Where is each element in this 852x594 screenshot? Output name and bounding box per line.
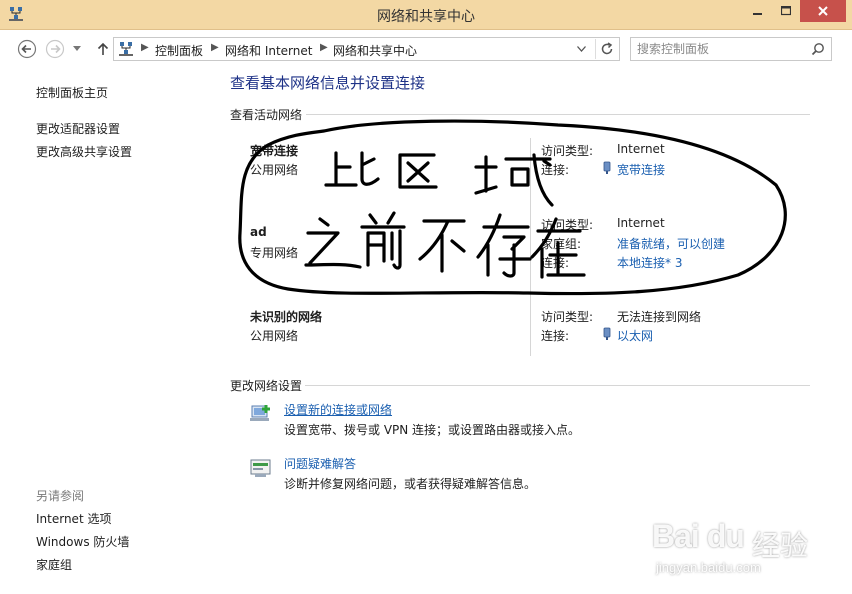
watermark-brand: Bai du	[652, 518, 745, 554]
network-category[interactable]: 专用网络	[250, 244, 298, 261]
local-connection-link[interactable]: 本地连接* 3	[617, 254, 682, 271]
chevron-down-icon	[73, 46, 81, 51]
watermark: Bai du 经验 jingyan.baidu.com	[652, 516, 812, 578]
troubleshoot-icon	[250, 459, 271, 477]
homegroup-label: 家庭组:	[541, 237, 582, 251]
ethernet-connection-icon	[603, 327, 611, 340]
network-name: ad	[250, 225, 267, 239]
back-button[interactable]	[16, 38, 38, 60]
connection-label: 连接:	[541, 163, 570, 177]
column-divider	[530, 138, 531, 356]
address-toolbar: ▶ 控制面板 ▶ 网络和 Internet ▶ 网络和共享中心	[0, 30, 852, 66]
network-name: 宽带连接	[250, 144, 299, 158]
dialup-connection-icon	[603, 161, 611, 174]
maximize-icon	[781, 6, 791, 16]
control-panel-icon	[119, 42, 133, 56]
recent-locations-button[interactable]	[70, 38, 84, 60]
search-input[interactable]	[637, 41, 807, 57]
homegroup-ready-link[interactable]: 准备就绪，可以创建	[617, 235, 725, 252]
forward-arrow-icon	[45, 39, 65, 59]
access-type-value: Internet	[617, 142, 665, 156]
maximize-button[interactable]	[772, 0, 800, 22]
up-arrow-icon	[97, 42, 109, 55]
access-type-label: 访问类型:	[541, 218, 594, 232]
title-bar: 网络和共享中心	[0, 0, 852, 30]
left-navigation-pane: 控制面板主页 更改适配器设置 更改高级共享设置 另请参阅 Internet 选项…	[0, 66, 215, 594]
minimize-icon	[753, 13, 762, 15]
breadcrumb-control-panel[interactable]: 控制面板	[155, 42, 203, 59]
handwritten-annotation	[238, 119, 787, 296]
ethernet-link[interactable]: 以太网	[617, 327, 653, 344]
chevron-down-icon	[576, 46, 586, 52]
address-bar[interactable]: ▶ 控制面板 ▶ 网络和 Internet ▶ 网络和共享中心	[113, 37, 620, 61]
network-category[interactable]: 公用网络	[250, 161, 298, 178]
new-connection-icon	[250, 405, 270, 421]
access-type-label: 访问类型:	[541, 310, 594, 324]
breadcrumb-network-sharing-center[interactable]: 网络和共享中心	[333, 42, 417, 59]
chevron-right-icon: ▶	[141, 42, 149, 53]
setup-new-connection-description: 设置宽带、拨号或 VPN 连接；或设置路由器或接入点。	[284, 423, 581, 437]
windows-firewall-link[interactable]: Windows 防火墙	[36, 533, 129, 550]
internet-options-link[interactable]: Internet 选项	[36, 510, 111, 527]
change-advanced-sharing-link[interactable]: 更改高级共享设置	[36, 143, 132, 160]
network-category[interactable]: 公用网络	[250, 327, 298, 344]
close-button[interactable]	[800, 0, 846, 22]
setup-new-connection-link[interactable]: 设置新的连接或网络	[284, 401, 392, 418]
page-title: 查看基本网络信息并设置连接	[230, 74, 426, 92]
minimize-button[interactable]	[744, 0, 772, 22]
troubleshoot-link[interactable]: 问题疑难解答	[284, 455, 356, 472]
watermark-brand-cn: 经验	[752, 529, 809, 562]
refresh-icon	[601, 42, 612, 55]
connection-label: 连接:	[541, 256, 570, 270]
homegroup-link[interactable]: 家庭组	[36, 556, 72, 573]
network-name: 未识别的网络	[250, 310, 323, 324]
access-type-value: 无法连接到网络	[617, 310, 702, 324]
chevron-right-icon: ▶	[320, 42, 328, 53]
back-arrow-icon	[17, 39, 37, 59]
access-type-value: Internet	[617, 216, 665, 230]
window-title: 网络和共享中心	[377, 9, 475, 25]
broadband-connection-link[interactable]: 宽带连接	[617, 161, 665, 178]
up-button[interactable]	[92, 38, 114, 60]
refresh-button[interactable]	[595, 39, 617, 59]
chevron-right-icon: ▶	[211, 42, 219, 53]
forward-button[interactable]	[44, 38, 66, 60]
breadcrumb-network-internet[interactable]: 网络和 Internet	[225, 42, 312, 59]
search-icon[interactable]	[811, 42, 825, 56]
connection-label: 连接:	[541, 329, 570, 343]
change-network-settings-heading: 更改网络设置	[230, 379, 303, 393]
section-divider	[305, 385, 810, 386]
see-also-label: 另请参阅	[36, 489, 85, 503]
troubleshoot-description: 诊断并修复网络问题，或者获得疑难解答信息。	[284, 477, 537, 491]
address-dropdown-button[interactable]	[573, 40, 589, 58]
close-icon	[818, 6, 828, 16]
search-box[interactable]	[630, 37, 832, 61]
control-panel-home-link[interactable]: 控制面板主页	[36, 84, 108, 101]
change-adapter-settings-link[interactable]: 更改适配器设置	[36, 120, 120, 137]
access-type-label: 访问类型:	[541, 144, 594, 158]
watermark-url: jingyan.baidu.com	[656, 560, 761, 575]
active-networks-heading: 查看活动网络	[230, 108, 303, 122]
section-divider	[306, 114, 810, 115]
